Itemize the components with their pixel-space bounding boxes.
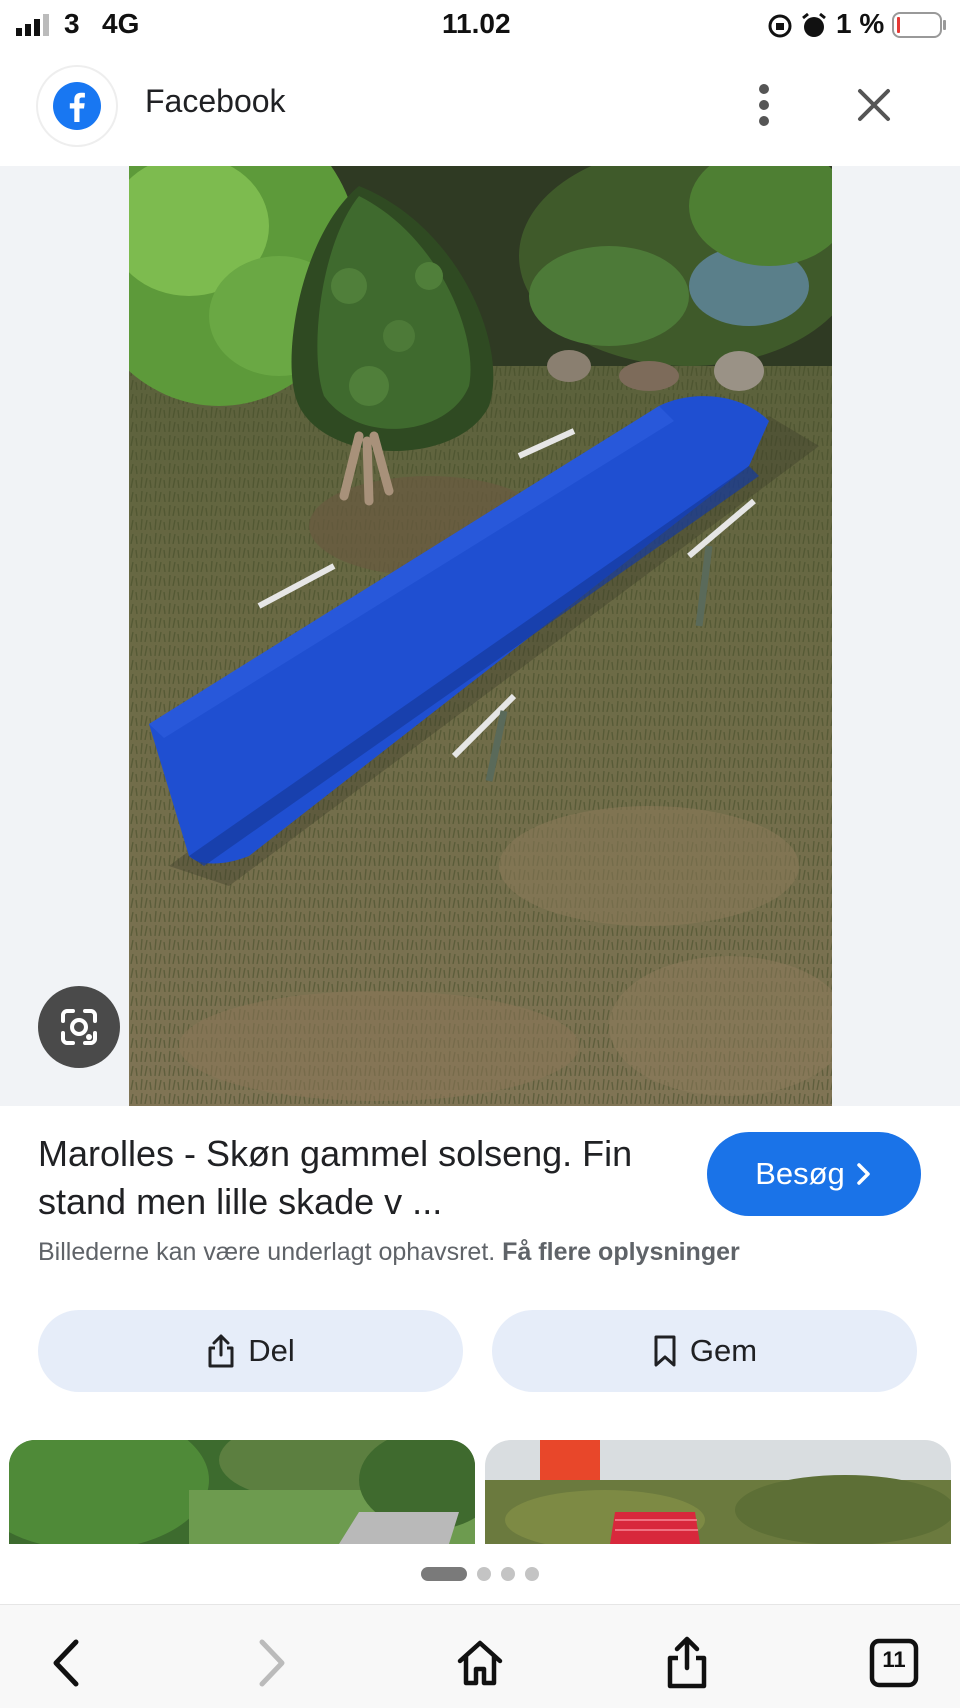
more-info-link[interactable]: Få flere oplysninger xyxy=(502,1238,740,1266)
header-title: Facebook xyxy=(145,83,286,119)
image-viewer xyxy=(0,166,960,1106)
share-icon xyxy=(208,1334,234,1368)
home-icon xyxy=(457,1640,503,1686)
share-label: Del xyxy=(248,1333,295,1368)
pager-dot-active xyxy=(421,1567,467,1581)
share-page-button[interactable] xyxy=(657,1633,717,1693)
share-page-icon xyxy=(667,1636,707,1689)
tabs-count: 11 xyxy=(882,1647,906,1672)
tabs-button[interactable]: 11 xyxy=(864,1633,924,1693)
save-button[interactable]: Gem xyxy=(492,1310,917,1392)
more-vert-icon[interactable] xyxy=(748,83,780,127)
pager-dots xyxy=(0,1566,960,1582)
lens-search-button[interactable] xyxy=(38,986,120,1068)
alarm-icon xyxy=(802,12,826,37)
pager-dot xyxy=(477,1567,491,1581)
visit-button[interactable]: Besøg xyxy=(707,1132,921,1216)
battery-icon xyxy=(892,12,946,38)
save-label: Gem xyxy=(689,1333,758,1368)
battery-label: 1 % xyxy=(836,8,885,39)
related-thumbnail[interactable] xyxy=(485,1440,951,1544)
copyright-text: Billederne kan være underlagt ophavsret. xyxy=(38,1238,496,1266)
clock: 11.02 xyxy=(442,8,511,39)
carrier-label: 3 xyxy=(64,8,80,39)
browser-toolbar: 11 xyxy=(0,1604,960,1708)
lens-icon xyxy=(61,1009,97,1045)
app-header: Facebook xyxy=(0,55,960,165)
chevron-right-icon xyxy=(857,1163,870,1185)
forward-icon xyxy=(259,1639,285,1687)
pager-dot xyxy=(525,1567,539,1581)
related-thumbnail[interactable] xyxy=(9,1440,475,1544)
network-label: 4G xyxy=(102,8,140,39)
signal-icon xyxy=(16,14,49,36)
home-button[interactable] xyxy=(450,1633,510,1693)
share-button[interactable]: Del xyxy=(38,1310,463,1392)
result-image[interactable] xyxy=(129,166,832,1106)
bookmark-icon xyxy=(654,1335,676,1367)
close-icon[interactable] xyxy=(854,85,894,125)
back-button[interactable] xyxy=(36,1633,96,1693)
copyright-notice: Billederne kan være underlagt ophavsret.… xyxy=(38,1238,740,1267)
forward-button[interactable] xyxy=(242,1633,302,1693)
pager-dot xyxy=(501,1567,515,1581)
status-bar: 3 4G 11.02 1 % xyxy=(0,0,960,50)
back-icon xyxy=(53,1639,79,1687)
result-title[interactable]: Marolles - Skøn gammel solseng. Fin stan… xyxy=(38,1130,678,1226)
orientation-lock-icon xyxy=(768,14,792,38)
facebook-logo-icon xyxy=(38,67,116,145)
visit-label: Besøg xyxy=(755,1156,845,1191)
